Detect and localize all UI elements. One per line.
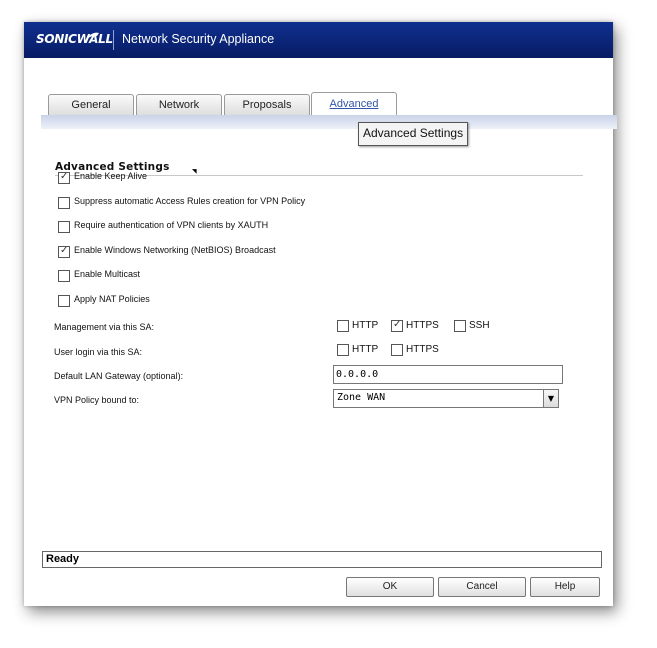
option-label: HTTP [352,344,379,355]
management-label: Management via this SA: [54,322,155,332]
management-ssh-checkbox[interactable] [454,320,466,332]
help-button[interactable]: Help [530,577,600,597]
status-bar: Ready [42,551,602,568]
tab-band [41,115,617,129]
tooltip: Advanced Settings [358,122,469,146]
option-label: SSH [469,320,490,331]
option-label: Enable Multicast [74,269,141,279]
tab-general[interactable]: General [48,94,134,115]
logo-swoosh-icon [87,32,99,39]
check-icon: ✓ [60,245,69,256]
management-https-checkbox[interactable]: ✓ [391,319,403,332]
window-title: Network Security Appliance [122,32,275,46]
tab-advanced[interactable]: Advanced [311,92,397,117]
cursor-caret-icon: ◥ [192,168,197,175]
option-label: HTTPS [406,344,439,355]
check-icon: ✓ [393,319,402,330]
enable-multicast-checkbox[interactable] [58,270,70,282]
user-login-label: User login via this SA: [54,347,143,357]
vpn-policy-value: Zone WAN [337,392,386,403]
netbios-broadcast-checkbox[interactable]: ✓ [58,245,70,258]
cancel-button[interactable]: Cancel [438,577,526,597]
status-text: Ready [46,553,80,565]
tab-proposals[interactable]: Proposals [224,94,310,115]
vpn-policy-select[interactable]: Zone WAN ▼ [333,389,559,408]
option-label: Enable Keep Alive [74,171,148,181]
vpn-policy-label: VPN Policy bound to: [54,395,140,405]
gateway-input[interactable]: 0.0.0.0 [333,365,563,384]
keep-alive-checkbox[interactable]: ✓ [58,171,70,184]
apply-nat-checkbox[interactable] [58,295,70,307]
option-label: Require authentication of VPN clients by… [74,220,269,230]
suppress-access-rules-checkbox[interactable] [58,197,70,209]
gateway-label: Default LAN Gateway (optional): [54,371,184,381]
user-login-http-checkbox[interactable] [337,344,349,356]
dialog-window: SONICWALL Network Security Appliance Gen… [24,22,617,606]
ok-button[interactable]: OK [346,577,434,597]
user-login-https-checkbox[interactable] [391,344,403,356]
option-label: HTTPS [406,320,439,331]
title-separator [113,30,114,50]
option-label: HTTP [352,320,379,331]
sonicwall-logo: SONICWALL [36,32,113,46]
tab-network[interactable]: Network [136,94,222,115]
option-label: Enable Windows Networking (NetBIOS) Broa… [74,245,276,255]
check-icon: ✓ [60,171,69,182]
management-http-checkbox[interactable] [337,320,349,332]
title-bar: SONICWALL Network Security Appliance [24,22,613,58]
option-label: Suppress automatic Access Rules creation… [74,196,306,206]
chevron-down-icon[interactable]: ▼ [543,390,558,407]
require-xauth-checkbox[interactable] [58,221,70,233]
option-label: Apply NAT Policies [74,294,150,304]
